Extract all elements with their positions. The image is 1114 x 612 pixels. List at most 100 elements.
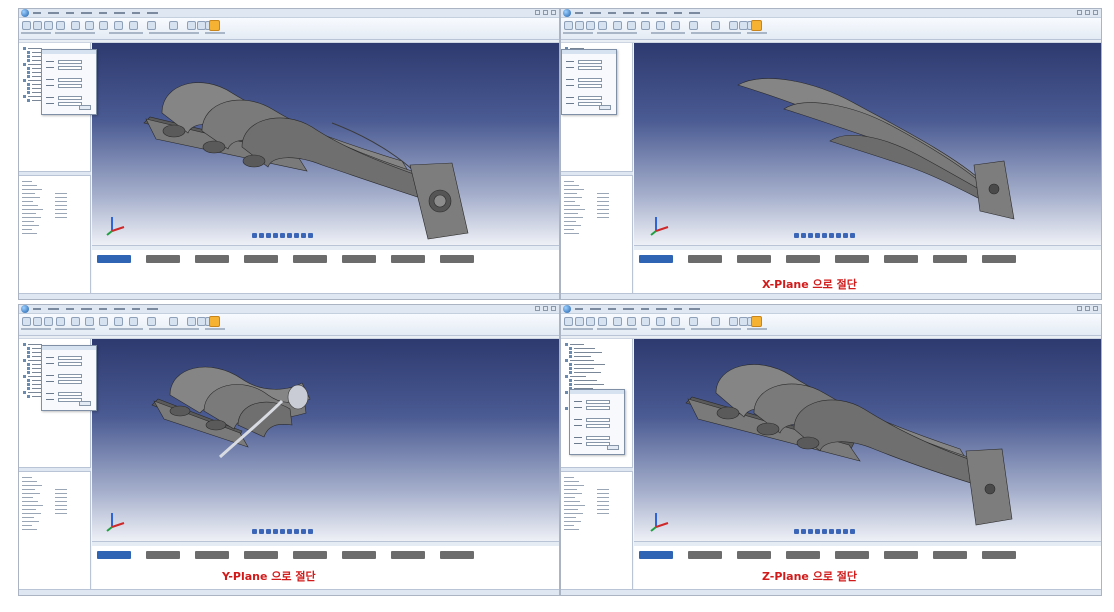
dialog-field-input[interactable] [586,406,610,410]
ribbon-tool-icon[interactable] [114,21,123,30]
workflow-step[interactable] [391,551,425,559]
exhaust-manifold-model[interactable] [92,339,560,541]
workflow-step[interactable] [884,551,918,559]
dialog-field-input[interactable] [58,84,82,88]
workflow-step[interactable] [391,255,425,263]
pan-icon[interactable] [266,529,271,534]
close-icon[interactable] [551,306,556,311]
ribbon-tool-icon[interactable] [33,21,42,30]
exhaust-manifold-model[interactable] [634,43,1102,245]
ribbon-tool-icon[interactable] [598,21,607,30]
maximize-icon[interactable] [1085,306,1090,311]
menu-tab[interactable] [575,12,583,14]
dialog-field-input[interactable] [586,424,610,428]
menu-tab[interactable] [656,308,667,310]
menu-tab[interactable] [114,308,125,310]
workflow-step[interactable] [786,551,820,559]
ribbon-tool-icon[interactable] [656,317,665,326]
ribbon-tool-icon[interactable] [729,317,738,326]
dialog-field-input[interactable] [578,60,602,64]
3d-viewport[interactable] [92,43,560,245]
workflow-step[interactable] [737,551,771,559]
workflow-step[interactable] [195,255,229,263]
minimize-icon[interactable] [535,10,540,15]
zoom-icon[interactable] [815,233,820,238]
workflow-step-active[interactable] [97,255,131,263]
shade-icon[interactable] [301,233,306,238]
ribbon-tool-icon[interactable] [99,21,108,30]
display-tool-icon[interactable] [197,21,206,30]
menu-tab[interactable] [641,308,649,310]
menu-tab[interactable] [575,308,583,310]
workflow-step[interactable] [982,255,1016,263]
workflow-step[interactable] [835,551,869,559]
highlighted-tool-icon[interactable] [751,316,762,327]
ribbon-tool-icon[interactable] [586,317,595,326]
reset-icon[interactable] [836,233,841,238]
rotate-icon[interactable] [801,529,806,534]
reset-icon[interactable] [836,529,841,534]
exhaust-manifold-model[interactable] [634,339,1102,541]
app-logo-icon[interactable] [563,9,571,17]
menu-tab[interactable] [66,308,74,310]
dialog-ok-button[interactable] [79,401,91,406]
ribbon-tool-icon[interactable] [564,21,573,30]
ribbon-tool-icon[interactable] [729,21,738,30]
app-logo-icon[interactable] [21,9,29,17]
menu-tab[interactable] [641,12,649,14]
zoom-in-icon[interactable] [822,529,827,534]
ribbon-tool-icon[interactable] [564,317,573,326]
ribbon-tool-icon[interactable] [575,21,584,30]
workflow-step-active[interactable] [639,255,673,263]
reset-icon[interactable] [294,233,299,238]
menu-tab[interactable] [689,12,700,14]
grid-icon[interactable] [308,529,313,534]
dialog-field-input[interactable] [58,356,82,360]
workflow-step[interactable] [244,551,278,559]
display-tool-icon[interactable] [739,317,748,326]
menu-tab[interactable] [48,308,59,310]
zoom-out-icon[interactable] [287,233,292,238]
workflow-step[interactable] [440,551,474,559]
menu-tab[interactable] [590,12,601,14]
ribbon-tool-icon[interactable] [627,21,636,30]
ribbon-tool-icon[interactable] [71,317,80,326]
workflow-step[interactable] [146,551,180,559]
3d-viewport[interactable] [634,339,1102,541]
zoom-out-icon[interactable] [829,529,834,534]
menu-tab[interactable] [99,12,107,14]
minimize-icon[interactable] [535,306,540,311]
dialog-field-input[interactable] [58,78,82,82]
ribbon-tool-icon[interactable] [598,317,607,326]
close-icon[interactable] [1093,306,1098,311]
pan-icon[interactable] [808,529,813,534]
zoom-icon[interactable] [273,233,278,238]
menu-tab[interactable] [33,12,41,14]
zoom-in-icon[interactable] [822,233,827,238]
display-tool-icon[interactable] [197,317,206,326]
minimize-icon[interactable] [1077,306,1082,311]
ribbon-tool-icon[interactable] [85,317,94,326]
ribbon-tool-icon[interactable] [22,317,31,326]
ribbon-tool-icon[interactable] [671,21,680,30]
maximize-icon[interactable] [543,10,548,15]
display-tool-icon[interactable] [739,21,748,30]
dialog-field-input[interactable] [586,400,610,404]
menu-tab[interactable] [608,308,616,310]
ribbon-tool-icon[interactable] [575,317,584,326]
fit-icon[interactable] [794,529,799,534]
grid-icon[interactable] [308,233,313,238]
exhaust-manifold-model[interactable] [92,43,560,245]
ribbon-tool-icon[interactable] [187,21,196,30]
highlighted-tool-icon[interactable] [751,20,762,31]
ribbon-tool-icon[interactable] [656,21,665,30]
ribbon-tool-icon[interactable] [44,21,53,30]
pan-icon[interactable] [266,233,271,238]
ribbon-tool-icon[interactable] [129,21,138,30]
rotate-icon[interactable] [259,529,264,534]
fit-icon[interactable] [252,233,257,238]
3d-viewport[interactable] [92,339,560,541]
dialog-field-input[interactable] [578,96,602,100]
zoom-in-icon[interactable] [280,233,285,238]
menu-tab[interactable] [48,12,59,14]
